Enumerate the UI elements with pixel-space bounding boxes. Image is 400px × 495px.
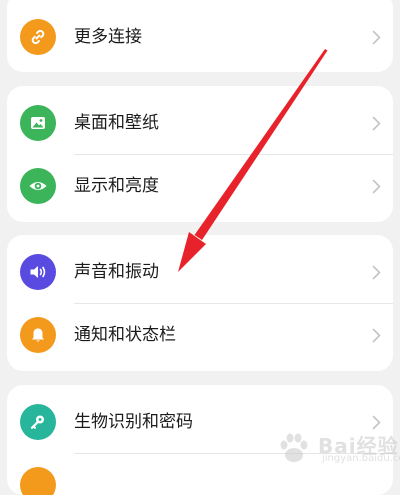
app-icon [20, 467, 56, 495]
chevron-right-icon [372, 328, 381, 343]
wallpaper-icon [20, 105, 56, 141]
eye-icon [20, 168, 56, 204]
watermark-logo: Bai经验 jingyan.baidu.com [274, 428, 400, 468]
settings-item-wallpaper[interactable]: 桌面和壁纸 [7, 92, 393, 154]
settings-item-label: 生物识别和密码 [74, 412, 193, 432]
settings-item-label: 显示和亮度 [74, 176, 159, 196]
chevron-right-icon [372, 179, 381, 194]
settings-item-label: 桌面和壁纸 [74, 113, 159, 133]
chevron-right-icon [372, 265, 381, 280]
link-icon [20, 19, 56, 55]
settings-item-sound-vibration[interactable]: 声音和振动 [7, 241, 393, 303]
settings-item-label: 声音和振动 [74, 262, 159, 282]
settings-item-notifications-status-bar[interactable]: 通知和状态栏 [7, 304, 393, 366]
chevron-right-icon [372, 116, 381, 131]
settings-item-label: 更多连接 [74, 27, 142, 47]
settings-item-more-connections[interactable]: 更多连接 [7, 6, 393, 68]
watermark-url: jingyan.baidu.com [322, 453, 400, 464]
key-icon [20, 404, 56, 440]
settings-item-label: 通知和状态栏 [74, 325, 176, 345]
bell-icon [20, 317, 56, 353]
settings-item-display-brightness[interactable]: 显示和亮度 [7, 155, 393, 217]
settings-card-display: 桌面和壁纸 显示和亮度 [7, 86, 393, 222]
paw-icon [280, 433, 308, 462]
speaker-icon [20, 254, 56, 290]
settings-card-sound-notifications: 声音和振动 通知和状态栏 [7, 235, 393, 371]
settings-card-connections: 更多连接 [7, 0, 393, 72]
chevron-right-icon [372, 30, 381, 45]
